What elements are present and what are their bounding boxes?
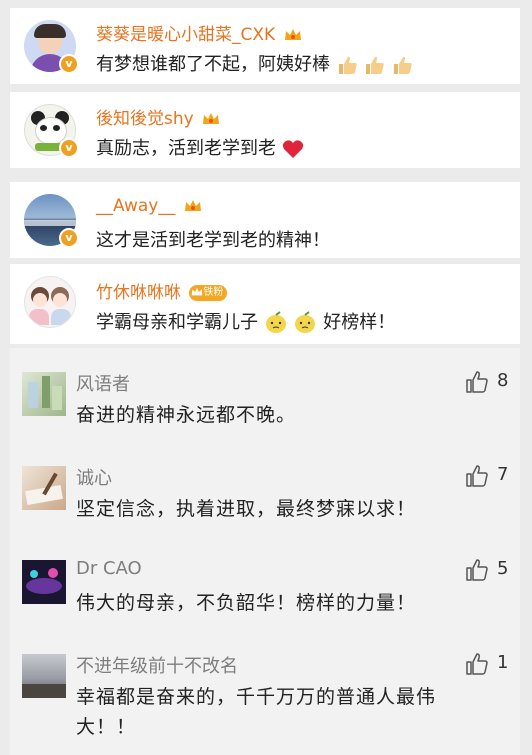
- verified-badge-icon: v: [59, 54, 79, 74]
- comment-card: v __Away__ 这才是活到老学到老的精神！: [10, 182, 520, 258]
- comment-text-content: 真励志，活到老学到老: [96, 138, 276, 159]
- crown-icon: [203, 113, 220, 124]
- fan-badge: 铁粉: [189, 285, 228, 301]
- lemon-face-emoji-icon: [295, 311, 316, 333]
- crown-icon: [184, 200, 201, 211]
- avatar[interactable]: [22, 372, 66, 416]
- like-button[interactable]: 5: [465, 558, 525, 584]
- like-button[interactable]: 1: [465, 652, 525, 678]
- thumbs-up-emoji-icon: [338, 56, 357, 74]
- comment-text: 真励志，活到老学到老: [96, 134, 304, 160]
- verified-badge-icon: v: [59, 138, 79, 158]
- reply-text: 大！！: [76, 716, 137, 738]
- thumbs-up-icon: [466, 465, 488, 487]
- avatar[interactable]: v: [24, 20, 79, 74]
- reply-text: 伟大的母亲，不负韶华！榜样的力量！: [76, 592, 417, 614]
- username-text[interactable]: __Away__: [96, 196, 175, 216]
- comment-card: 竹休咻咻咻 铁粉 学霸母亲和学霸儿子 好榜样！: [10, 264, 520, 344]
- lemon-face-emoji-icon: [265, 311, 286, 333]
- avatar[interactable]: v: [24, 104, 79, 158]
- crown-icon: [284, 29, 301, 40]
- comment-text-content: 这才是活到老学到老的精神！: [96, 230, 330, 251]
- username[interactable]: __Away__: [96, 196, 202, 216]
- fan-badge-label: 铁粉: [203, 287, 224, 298]
- avatar[interactable]: [22, 560, 66, 604]
- verified-badge-icon: v: [59, 228, 79, 248]
- username[interactable]: 竹休咻咻咻 铁粉: [96, 278, 228, 303]
- avatar[interactable]: [22, 654, 66, 698]
- comment-text: 这才是活到老学到老的精神！: [96, 226, 330, 252]
- username-text[interactable]: 竹休咻咻咻: [96, 283, 181, 303]
- comment-text: 有梦想谁都了不起，阿姨好棒: [96, 50, 413, 76]
- comment-text-content: 好榜样！: [323, 312, 396, 333]
- reply-text: 坚定信念，执着进取，最终梦寐以求！: [76, 498, 417, 520]
- thumbs-up-icon: [466, 653, 488, 675]
- username[interactable]: 後知後觉shy: [96, 104, 220, 129]
- avatar[interactable]: v: [24, 194, 79, 248]
- thumbs-up-icon: [466, 371, 488, 393]
- like-count: 8: [497, 370, 509, 391]
- comment-text-content: 学霸母亲和学霸儿子: [96, 312, 258, 333]
- avatar[interactable]: [24, 276, 76, 328]
- reply-text: 幸福都是奋来的，千千万万的普通人最伟: [76, 686, 437, 708]
- comment-text-content: 有梦想谁都了不起，阿姨好棒: [96, 54, 330, 75]
- thumbs-up-emoji-icon: [366, 56, 385, 74]
- reply-text: 奋进的精神永远都不晚。: [76, 404, 297, 426]
- red-heart-emoji-icon: [282, 140, 303, 158]
- thumbs-up-icon: [466, 559, 488, 581]
- reply-username[interactable]: 风语者: [76, 370, 130, 396]
- comment-text: 学霸母亲和学霸儿子 好榜样！: [96, 308, 395, 335]
- reply-username[interactable]: 诚心: [76, 464, 112, 490]
- reply-username[interactable]: Dr CAO: [76, 558, 142, 579]
- thumbs-up-emoji-icon: [394, 56, 412, 74]
- comment-card: v 後知後觉shy 真励志，活到老学到老: [10, 92, 520, 168]
- crown-icon: [192, 288, 203, 296]
- username[interactable]: 葵葵是暖心小甜菜_CXK: [96, 20, 302, 45]
- like-count: 5: [497, 558, 509, 579]
- like-count: 1: [497, 652, 509, 673]
- username-text[interactable]: 後知後觉shy: [96, 109, 194, 129]
- like-button[interactable]: 7: [465, 464, 525, 490]
- avatar[interactable]: [22, 466, 66, 510]
- like-count: 7: [497, 464, 509, 485]
- like-button[interactable]: 8: [465, 370, 525, 396]
- username-text[interactable]: 葵葵是暖心小甜菜_CXK: [96, 25, 275, 45]
- reply-username[interactable]: 不进年级前十不改名: [76, 652, 238, 678]
- comment-card: v 葵葵是暖心小甜菜_CXK 有梦想谁都了不起，阿姨好棒: [10, 8, 520, 84]
- reply-list: 风语者 8 奋进的精神永远都不晚。 诚心 7 坚定信念，执着进取，最终梦寐以求！…: [10, 348, 520, 755]
